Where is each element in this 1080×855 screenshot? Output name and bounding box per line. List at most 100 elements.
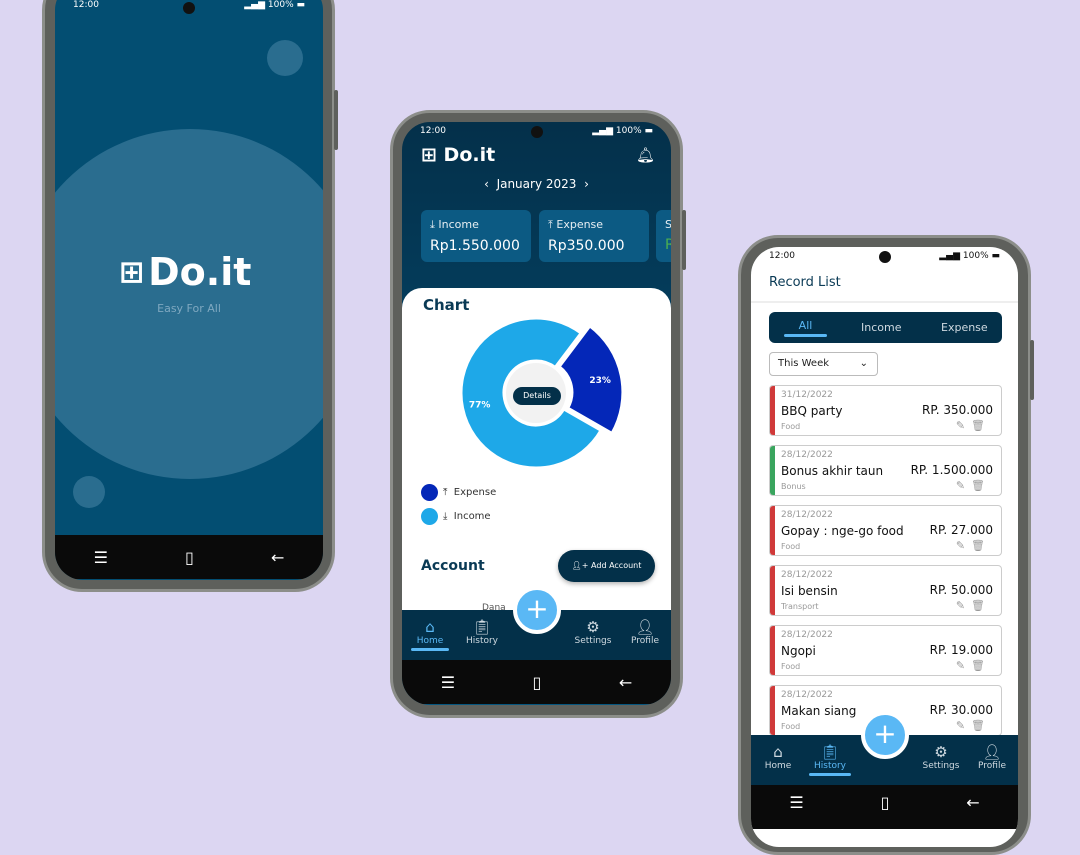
edit-icon[interactable]: ✎ bbox=[956, 539, 971, 552]
add-account-button[interactable]: 👤︎+ Add Account bbox=[558, 550, 655, 582]
record-date: 28/12/2022 bbox=[781, 570, 833, 580]
record-date: 28/12/2022 bbox=[781, 630, 833, 640]
record-category: Bonus bbox=[781, 482, 806, 491]
prev-month-chevron-icon[interactable]: ‹ bbox=[484, 177, 489, 191]
type-indicator bbox=[770, 386, 775, 435]
back-arrow-icon[interactable]: ← bbox=[966, 793, 979, 812]
type-indicator bbox=[770, 686, 775, 735]
trash-icon[interactable]: 🗑︎ bbox=[971, 479, 991, 492]
upload-icon: ⤒ bbox=[443, 487, 448, 498]
record-item[interactable]: 28/12/2022 Isi bensin Transport RP. 50.0… bbox=[769, 565, 1002, 616]
divider bbox=[751, 301, 1018, 303]
home-icon: ⌂ bbox=[425, 618, 435, 636]
nav-profile[interactable]: 👤︎ Profile bbox=[967, 743, 1017, 771]
record-item[interactable]: 28/12/2022 Gopay : nge-go food Food RP. … bbox=[769, 505, 1002, 556]
user-icon: 👤︎ bbox=[982, 743, 1002, 761]
trash-icon[interactable]: 🗑︎ bbox=[971, 659, 991, 672]
trash-icon[interactable]: 🗑︎ bbox=[971, 719, 991, 732]
record-category: Transport bbox=[781, 602, 819, 611]
menu-icon[interactable]: ☰ bbox=[789, 793, 803, 812]
trash-icon[interactable]: 🗑︎ bbox=[971, 539, 991, 552]
home-square-icon[interactable]: ▯ bbox=[185, 548, 194, 567]
record-date: 28/12/2022 bbox=[781, 690, 833, 700]
next-month-chevron-icon[interactable]: › bbox=[584, 177, 589, 191]
chart-panel: Chart 23% 77% Details ⤒ Expense ⤓ Income … bbox=[402, 288, 671, 618]
record-item[interactable]: 28/12/2022 Bonus akhir taun Bonus RP. 1.… bbox=[769, 445, 1002, 496]
wallet-plus-icon: ⊞ bbox=[119, 254, 145, 290]
edit-icon[interactable]: ✎ bbox=[956, 419, 971, 432]
edit-icon[interactable]: ✎ bbox=[956, 719, 971, 732]
record-title: Makan siang bbox=[781, 704, 857, 718]
income-card[interactable]: ⤓ Income Rp1.550.000 bbox=[421, 210, 531, 262]
type-indicator bbox=[770, 566, 775, 615]
tab-expense[interactable]: Expense bbox=[941, 321, 988, 334]
type-indicator bbox=[770, 626, 775, 675]
nav-home[interactable]: ⌂ Home bbox=[753, 743, 803, 771]
record-amount: RP. 19.000 bbox=[929, 643, 993, 657]
upload-icon: ⤒ bbox=[548, 218, 553, 231]
wallet-plus-icon: ⊞ bbox=[421, 144, 437, 166]
expense-card[interactable]: ⤒ Expense Rp350.000 bbox=[539, 210, 649, 262]
nav-profile[interactable]: 👤︎ Profile bbox=[620, 618, 670, 646]
legend-swatch bbox=[421, 484, 438, 501]
tab-all[interactable]: All bbox=[784, 319, 827, 337]
camera bbox=[530, 126, 543, 138]
tab-income[interactable]: Income bbox=[861, 321, 901, 334]
back-arrow-icon[interactable]: ← bbox=[271, 548, 284, 567]
camera bbox=[183, 2, 195, 14]
record-item[interactable]: 28/12/2022 Ngopi Food RP. 19.000 ✎🗑︎ bbox=[769, 625, 1002, 676]
nav-history[interactable]: 📋︎ History bbox=[457, 618, 507, 646]
status-battery: ▂▄▆ 100% ▬ bbox=[244, 0, 305, 10]
edit-icon[interactable]: ✎ bbox=[956, 659, 971, 672]
record-amount: RP. 1.500.000 bbox=[910, 463, 993, 477]
record-amount: RP. 27.000 bbox=[929, 523, 993, 537]
clipboard-icon: 📋︎ bbox=[820, 743, 840, 761]
trash-icon[interactable]: 🗑︎ bbox=[971, 419, 991, 432]
period-dropdown[interactable]: This Week ⌄ bbox=[769, 352, 878, 376]
records-screen: 12:00 ▂▄▆ 100% ▬ Record List All Income E… bbox=[751, 247, 1018, 847]
chevron-down-icon: ⌄ bbox=[859, 358, 868, 369]
chart-title: Chart bbox=[423, 296, 470, 314]
gear-icon: ⚙ bbox=[586, 618, 600, 636]
record-amount: RP. 50.000 bbox=[929, 583, 993, 597]
bg-circle-small bbox=[267, 40, 303, 76]
record-title: Bonus akhir taun bbox=[781, 464, 884, 478]
add-record-fab[interactable]: + bbox=[861, 711, 909, 759]
saldo-card[interactable]: SR bbox=[656, 210, 671, 262]
trash-icon[interactable]: 🗑︎ bbox=[971, 599, 991, 612]
bell-icon[interactable]: 🔔︎ bbox=[636, 146, 655, 164]
record-amount: RP. 350.000 bbox=[922, 403, 993, 417]
slice-label: 23% bbox=[589, 376, 611, 386]
record-category: Food bbox=[781, 662, 801, 671]
edit-icon[interactable]: ✎ bbox=[956, 599, 971, 612]
status-time: 12:00 bbox=[73, 0, 99, 10]
record-date: 28/12/2022 bbox=[781, 510, 833, 520]
menu-icon[interactable]: ☰ bbox=[441, 673, 455, 692]
user-icon: 👤︎ bbox=[635, 618, 655, 636]
record-category: Food bbox=[781, 542, 801, 551]
type-indicator bbox=[770, 506, 775, 555]
nav-settings[interactable]: ⚙ Settings bbox=[916, 743, 966, 771]
nav-settings[interactable]: ⚙ Settings bbox=[568, 618, 618, 646]
record-title: Gopay : nge-go food bbox=[781, 524, 904, 538]
side-button bbox=[682, 210, 686, 270]
home-screen: 12:00 ▂▄▆ 100% ▬ ⊞ Do.it 🔔︎ ‹ January 202… bbox=[402, 122, 671, 705]
nav-home[interactable]: ⌂ Home bbox=[405, 618, 455, 651]
home-square-icon[interactable]: ▯ bbox=[881, 793, 890, 812]
details-button[interactable]: Details bbox=[513, 387, 561, 405]
edit-icon[interactable]: ✎ bbox=[956, 479, 971, 492]
system-nav: ☰ ▯ ← bbox=[751, 785, 1018, 829]
splash-tagline: Easy For All bbox=[157, 302, 221, 315]
add-user-icon: 👤︎+ bbox=[571, 561, 589, 570]
record-title: Ngopi bbox=[781, 644, 816, 658]
add-record-fab[interactable]: + bbox=[513, 586, 561, 634]
home-square-icon[interactable]: ▯ bbox=[533, 673, 542, 692]
back-arrow-icon[interactable]: ← bbox=[619, 673, 632, 692]
splash-logo: ⊞ Do.it bbox=[119, 250, 252, 294]
menu-icon[interactable]: ☰ bbox=[94, 548, 108, 567]
slice-label: 77% bbox=[469, 401, 491, 411]
nav-history[interactable]: 📋︎ History bbox=[805, 743, 855, 776]
splash-screen: 12:00 ▂▄▆ 100% ▬ ⊞ Do.it Easy For All ☰ ▯ ← bbox=[55, 0, 323, 580]
record-date: 28/12/2022 bbox=[781, 450, 833, 460]
record-item[interactable]: 31/12/2022 BBQ party Food RP. 350.000 ✎🗑… bbox=[769, 385, 1002, 436]
